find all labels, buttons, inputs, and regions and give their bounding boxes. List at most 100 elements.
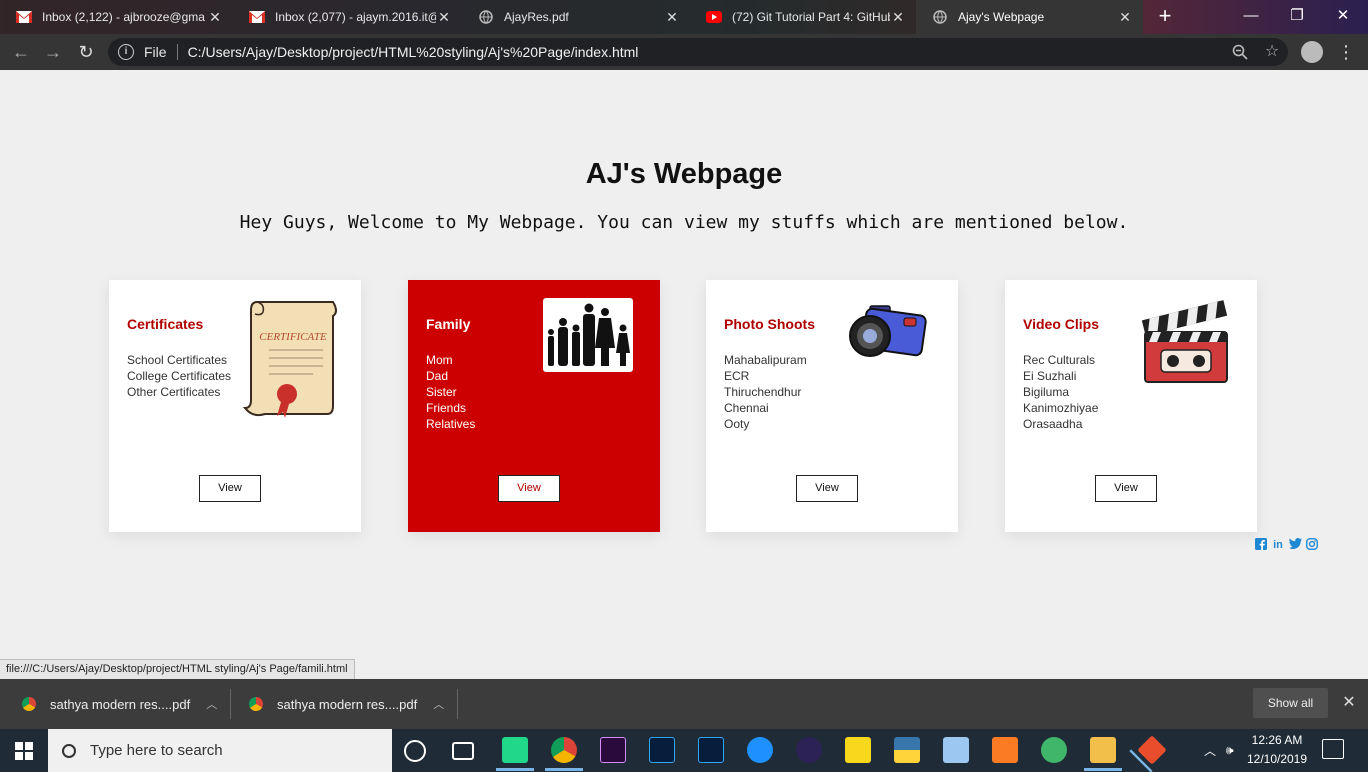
card-family: Family Mom Dad Sister Friends Relatives … (408, 280, 660, 532)
tab-strip: Inbox (2,122) - ajbrooze@gma ✕ Inbox (2,… (0, 0, 1368, 34)
minimize-button[interactable]: — (1228, 0, 1274, 32)
photoshop-icon[interactable] (649, 737, 675, 763)
close-icon[interactable]: ✕ (436, 9, 452, 26)
download-shelf: sathya modern res....pdf ︿ sathya modern… (0, 679, 1368, 729)
virtualbox-icon[interactable] (943, 737, 969, 763)
card-list: Mom Dad Sister Friends Relatives (426, 352, 475, 432)
window-close-button[interactable]: ✕ (1320, 0, 1366, 32)
list-item: Ei Suzhali (1023, 369, 1077, 383)
chrome-icon (249, 697, 263, 711)
list-item: Orasaadha (1023, 417, 1083, 431)
bookmark-star-icon[interactable]: ☆ (1260, 40, 1284, 64)
card-certificates: Certificates School Certificates College… (109, 280, 361, 532)
clapperboard-image (1139, 300, 1231, 391)
reload-button[interactable]: ↻ (74, 40, 98, 64)
download-filename: sathya modern res....pdf (50, 696, 191, 712)
volume-icon[interactable]: 🕪 (1226, 729, 1234, 772)
sticky-notes-icon[interactable] (845, 737, 871, 763)
system-clock[interactable]: 12:26 AM 12/10/2019 (1246, 731, 1308, 769)
list-item: Sister (426, 385, 457, 399)
list-item: Rec Culturals (1023, 353, 1096, 367)
divider (457, 689, 458, 719)
forward-button[interactable]: → (41, 40, 65, 64)
close-icon[interactable]: ✕ (664, 9, 680, 26)
close-icon[interactable]: ✕ (207, 9, 223, 26)
view-button[interactable]: View (199, 475, 261, 502)
list-item: Bigiluma (1023, 385, 1070, 399)
task-view-icon[interactable] (452, 742, 474, 760)
facebook-icon[interactable] (1254, 538, 1268, 552)
pycharm-icon[interactable] (496, 737, 534, 771)
photoshop-icon[interactable] (698, 737, 724, 763)
gmail-icon (249, 9, 265, 25)
chevron-up-icon[interactable]: ︿ (433, 696, 444, 712)
list-item: Chennai (724, 401, 769, 415)
divider (230, 689, 231, 719)
download-item[interactable]: sathya modern res....pdf ︿ (22, 687, 217, 721)
back-button[interactable]: ← (9, 40, 33, 64)
close-icon[interactable]: ✕ (1340, 693, 1358, 713)
linkedin-icon[interactable]: in (1271, 538, 1285, 552)
tab-title: Ajay's Webpage (958, 10, 1045, 24)
download-item[interactable]: sathya modern res....pdf ︿ (249, 687, 444, 721)
list-item: Ooty (724, 417, 750, 431)
list-item: Dad (426, 369, 449, 383)
tab-youtube[interactable]: (72) Git Tutorial Part 4: GitHub ✕ (690, 0, 916, 34)
download-filename: sathya modern res....pdf (277, 696, 418, 712)
card-list: Mahabalipuram ECR Thiruchendhur Chennai … (724, 352, 807, 432)
eclipse-icon[interactable] (796, 737, 822, 763)
certificate-scroll-image: CERTIFICATE (242, 296, 337, 429)
notification-icon[interactable] (1322, 739, 1344, 759)
xampp-icon[interactable] (992, 737, 1018, 763)
tab-ajays-webpage[interactable]: Ajay's Webpage ✕ (916, 0, 1143, 34)
premiere-icon[interactable] (600, 737, 626, 763)
tab-title: (72) Git Tutorial Part 4: GitHub (732, 10, 890, 24)
atom-icon[interactable] (1041, 737, 1067, 763)
scheme-label: File (144, 44, 178, 60)
menu-icon[interactable]: ⋮ (1336, 40, 1356, 64)
globe-icon (932, 9, 948, 25)
chevron-up-icon[interactable]: ︿ (1204, 729, 1216, 772)
clock-time: 12:26 AM (1251, 733, 1303, 747)
chevron-up-icon[interactable]: ︿ (206, 696, 217, 712)
tab-gmail-1[interactable]: Inbox (2,122) - ajbrooze@gma ✕ (0, 0, 233, 34)
close-icon[interactable]: ✕ (1117, 9, 1133, 26)
url-text[interactable]: C:/Users/Ajay/Desktop/project/HTML%20sty… (188, 44, 639, 60)
info-icon[interactable]: i (118, 44, 134, 60)
list-item: ECR (724, 369, 750, 383)
address-bar[interactable]: i File C:/Users/Ajay/Desktop/project/HTM… (108, 38, 1288, 66)
view-button[interactable]: View (1095, 475, 1157, 502)
windows-start-button[interactable] (0, 729, 48, 772)
globe-icon (478, 9, 494, 25)
file-explorer-icon[interactable] (1084, 737, 1122, 771)
welcome-text: Hey Guys, Welcome to My Webpage. You can… (239, 212, 1129, 233)
close-icon[interactable]: ✕ (890, 9, 906, 26)
tab-pdf[interactable]: AjayRes.pdf ✕ (462, 0, 690, 34)
new-tab-button[interactable]: + (1152, 4, 1178, 30)
zoom-icon[interactable] (1228, 40, 1252, 64)
list-item: Relatives (426, 417, 476, 431)
taskbar-search-box[interactable]: Type here to search (48, 729, 392, 772)
list-item: Other Certificates (127, 385, 221, 399)
card-video-clips: Video Clips Rec Culturals Ei Suzhali Big… (1005, 280, 1257, 532)
tab-gmail-2[interactable]: Inbox (2,077) - ajaym.2016.it@ ✕ (233, 0, 462, 34)
show-all-button[interactable]: Show all (1253, 688, 1328, 718)
python-icon[interactable] (894, 737, 920, 763)
view-button[interactable]: View (796, 475, 858, 502)
cortana-icon[interactable] (404, 740, 426, 762)
view-button[interactable]: View (498, 475, 560, 502)
certificate-image-text: CERTIFICATE (259, 331, 327, 343)
restore-button[interactable]: ❐ (1274, 0, 1320, 32)
list-item: Thiruchendhur (724, 385, 802, 399)
list-item: Friends (426, 401, 467, 415)
git-icon[interactable] (1137, 735, 1167, 765)
tab-title: Inbox (2,122) - ajbrooze@gma (42, 10, 205, 24)
instagram-icon[interactable] (1305, 538, 1319, 552)
chrome-icon[interactable] (545, 737, 583, 771)
youtube-icon (706, 9, 722, 25)
profile-avatar[interactable] (1301, 41, 1323, 63)
camera-image (844, 300, 928, 365)
twitter-icon[interactable] (1288, 538, 1302, 552)
sync-icon[interactable] (747, 737, 773, 763)
list-item: College Certificates (127, 369, 232, 383)
